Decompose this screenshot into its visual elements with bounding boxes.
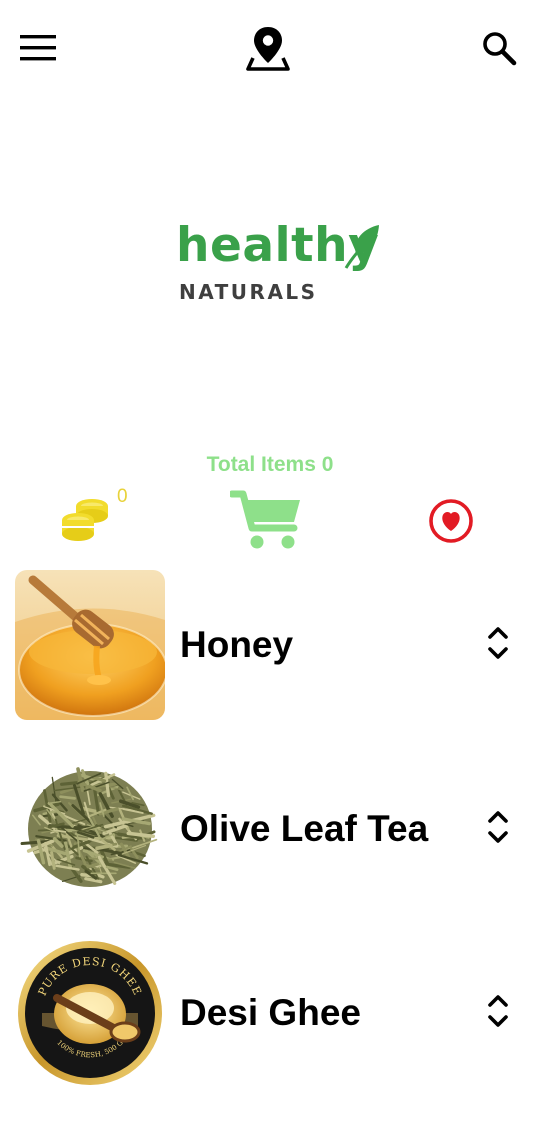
chevron-up-icon[interactable]: [482, 623, 514, 643]
map-pin-icon: [246, 27, 290, 71]
heart-icon: [429, 499, 473, 543]
search-icon: [483, 32, 517, 66]
chevron-up-icon[interactable]: [482, 991, 514, 1011]
desi-ghee-image: PURE DESI GHEE 100% FRESH, 500 G: [15, 938, 165, 1088]
chevron-up-icon[interactable]: [482, 807, 514, 827]
quantity-stepper[interactable]: [482, 807, 514, 851]
brand-logo: healthy NATURALS: [176, 222, 386, 308]
leaf-icon: [344, 225, 379, 269]
logo-subtitle: NATURALS: [179, 280, 318, 304]
cart-button[interactable]: [228, 488, 304, 552]
chevron-down-icon[interactable]: [482, 1011, 514, 1031]
product-name: Desi Ghee: [180, 992, 361, 1033]
menu-button[interactable]: [14, 26, 62, 70]
product-item-honey[interactable]: Honey: [0, 570, 540, 720]
quantity-stepper[interactable]: [482, 623, 514, 667]
shopping-cart-icon: [228, 490, 300, 549]
favorites-button[interactable]: [428, 498, 474, 544]
coin-count: 0: [117, 486, 128, 507]
top-bar: [0, 0, 540, 100]
location-button[interactable]: [240, 22, 296, 76]
honey-image: [15, 570, 165, 720]
chevron-down-icon[interactable]: [482, 827, 514, 847]
product-item-olive-leaf-tea[interactable]: Olive Leaf Tea: [0, 754, 540, 904]
coins-button[interactable]: [58, 494, 118, 546]
hamburger-menu-icon: [20, 35, 56, 61]
total-items-label: Total Items 0: [206, 453, 334, 476]
search-button[interactable]: [474, 24, 524, 72]
product-item-desi-ghee[interactable]: PURE DESI GHEE 100% FRESH, 500 G Desi Gh…: [0, 938, 540, 1088]
product-name: Honey: [180, 624, 294, 665]
chevron-down-icon[interactable]: [482, 643, 514, 663]
product-name: Olive Leaf Tea: [180, 808, 429, 849]
quantity-stepper[interactable]: [482, 991, 514, 1035]
coins-icon: [62, 499, 108, 541]
olive-leaf-tea-image: [15, 754, 165, 904]
